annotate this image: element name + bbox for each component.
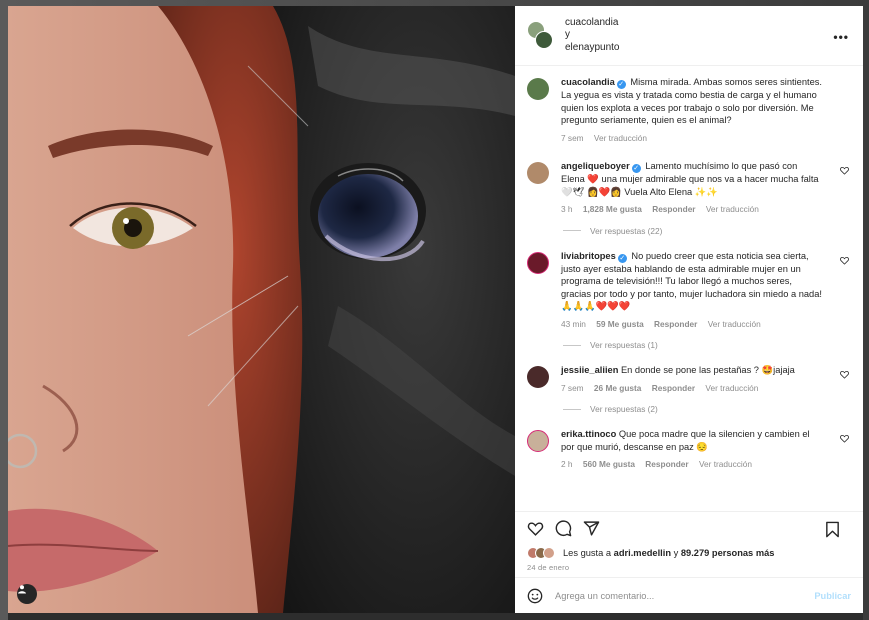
likes-summary[interactable]: Les gusta a adri.medellin y 89.279 perso… (515, 545, 863, 561)
comment-text: En donde se pone las pestañas ? 🤩jajaja (620, 365, 795, 375)
comment-time: 3 h (561, 204, 573, 214)
list-item: erika.ttinoco Que poca madre que la sile… (527, 428, 851, 471)
likes-user[interactable]: adri.medellin (614, 548, 671, 558)
post-image (8, 6, 515, 613)
comments-list: cuacolandia ✓ Misma mirada. Ambas somos s… (515, 66, 863, 511)
post-sidebar: cuacolandia y elenaypunto ••• cuacolandi… (515, 6, 863, 613)
comment-likes[interactable]: 26 Me gusta (594, 383, 642, 393)
comment-time: 7 sem (561, 382, 584, 393)
heart-icon[interactable] (840, 256, 849, 265)
reply-button[interactable]: Responder (652, 383, 695, 393)
share-icon[interactable] (583, 520, 600, 537)
comment-meta: 7 sem Ver traducción (561, 132, 823, 145)
translate-link[interactable]: Ver traducción (708, 319, 761, 329)
comment-input[interactable]: Agrega un comentario... (555, 591, 654, 601)
comment-username[interactable]: erika.ttinoco (561, 429, 616, 439)
heart-icon[interactable] (527, 520, 544, 537)
avatar (543, 547, 555, 559)
comment-likes[interactable]: 560 Me gusta (583, 459, 635, 469)
emoji-icon[interactable] (527, 588, 543, 604)
header-user2[interactable]: elenaypunto (565, 42, 620, 55)
verified-icon: ✓ (616, 80, 626, 89)
page-background-strip (8, 613, 863, 620)
comment-username[interactable]: jessiie_aliien (561, 365, 618, 375)
post-header: cuacolandia y elenaypunto ••• (515, 6, 863, 66)
more-options-icon[interactable]: ••• (833, 30, 849, 44)
translate-link[interactable]: Ver traducción (706, 204, 759, 214)
avatar[interactable] (527, 78, 549, 100)
verified-icon: ✓ (617, 253, 627, 263)
heart-icon[interactable] (840, 434, 849, 443)
list-item: jessiie_aliien En donde se pone las pest… (527, 364, 851, 394)
translate-link[interactable]: Ver traducción (705, 383, 758, 393)
comment-likes[interactable]: 1,828 Me gusta (583, 204, 642, 214)
translate-link[interactable]: Ver traducción (594, 133, 647, 143)
avatar (535, 30, 553, 49)
header-joiner: y (565, 29, 570, 41)
post-modal: cuacolandia y elenaypunto ••• cuacolandi… (8, 6, 863, 613)
likes-prefix: Les gusta a (563, 548, 612, 558)
caption-username[interactable]: cuacolandia (561, 77, 615, 87)
view-replies-button[interactable]: Ver respuestas (1) (563, 340, 851, 350)
avatar[interactable] (527, 162, 549, 184)
avatar[interactable] (527, 430, 549, 452)
collab-avatars[interactable] (527, 20, 555, 51)
list-item: angeliqueboyer ✓ Lamento muchísimo lo que… (527, 160, 851, 216)
add-comment-bar: Agrega un comentario... Publicar (515, 577, 863, 613)
comment-meta: 3 h 1,828 Me gusta Responder Ver traducc… (561, 203, 823, 216)
likes-middle: y (673, 548, 679, 558)
comment-username[interactable]: liviabritopes (561, 251, 616, 261)
verified-icon: ✓ (631, 164, 641, 173)
comment-meta: 7 sem 26 Me gusta Responder Ver traducci… (561, 382, 823, 395)
header-usernames: cuacolandia y elenaypunto (565, 17, 620, 55)
translate-link[interactable]: Ver traducción (699, 459, 752, 469)
caption: cuacolandia ✓ Misma mirada. Ambas somos s… (527, 76, 851, 144)
heart-icon[interactable] (840, 166, 849, 175)
comment-time: 43 min (561, 318, 586, 329)
post-date: 24 de enero (527, 563, 570, 572)
comment-time: 2 h (561, 459, 573, 469)
comment-time: 7 sem (561, 132, 584, 143)
bookmark-icon[interactable] (825, 521, 840, 538)
comment-meta: 2 h 560 Me gusta Responder Ver traducció… (561, 458, 823, 471)
user-tag-icon[interactable] (17, 584, 37, 604)
comment-username[interactable]: angeliqueboyer (561, 161, 630, 171)
comment-meta: 43 min 59 Me gusta Responder Ver traducc… (561, 318, 823, 331)
avatar[interactable] (527, 366, 549, 388)
header-user1[interactable]: cuacolandia (565, 17, 620, 30)
reply-button[interactable]: Responder (645, 459, 688, 469)
view-replies-button[interactable]: Ver respuestas (2) (563, 404, 851, 414)
post-actions (515, 511, 863, 545)
reply-button[interactable]: Responder (654, 319, 697, 329)
likes-count[interactable]: 89.279 personas más (681, 548, 775, 558)
view-replies-button[interactable]: Ver respuestas (22) (563, 226, 851, 236)
comment-likes[interactable]: 59 Me gusta (596, 319, 644, 329)
list-item: liviabritopes ✓ No puedo creer que esta n… (527, 250, 851, 331)
avatar[interactable] (527, 251, 549, 274)
heart-icon[interactable] (840, 370, 849, 379)
reply-button[interactable]: Responder (652, 204, 695, 214)
post-button[interactable]: Publicar (814, 591, 851, 601)
comment-icon[interactable] (555, 520, 572, 537)
